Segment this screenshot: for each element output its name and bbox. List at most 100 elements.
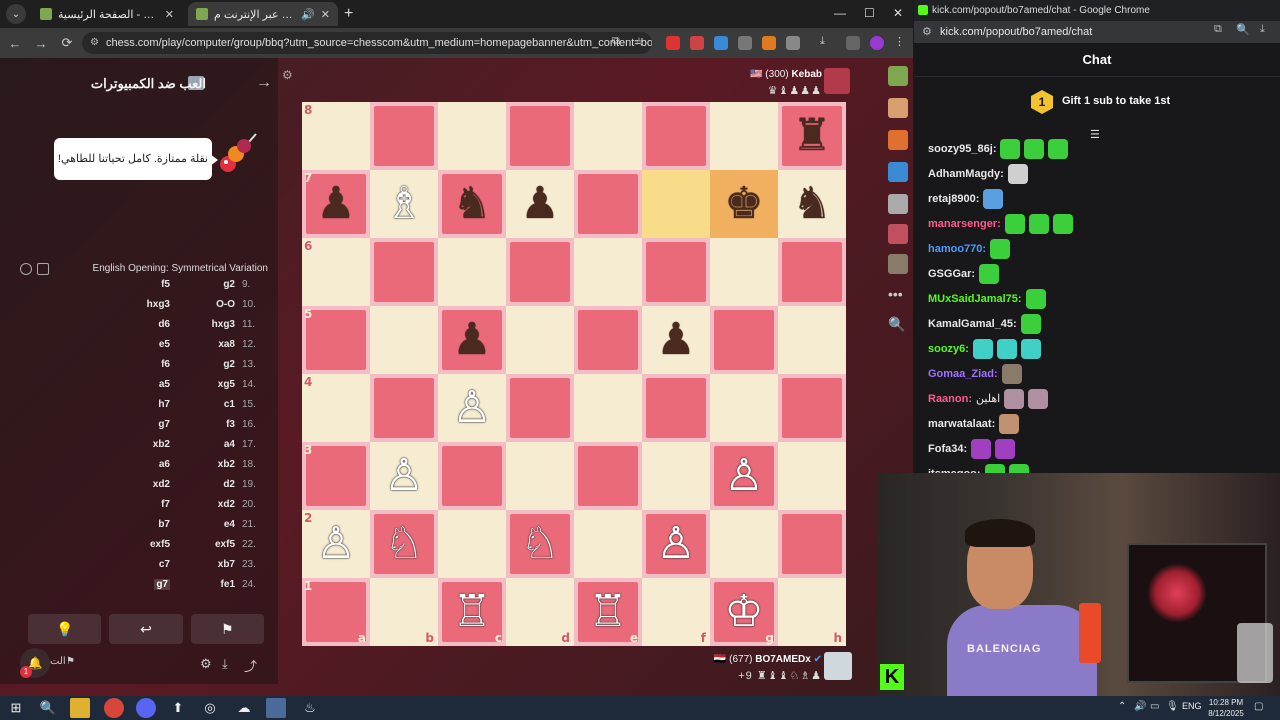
- square-e2[interactable]: [574, 510, 642, 578]
- piece-wB[interactable]: ♗: [384, 182, 423, 226]
- piece-bP[interactable]: ♟: [452, 318, 491, 362]
- square-a6[interactable]: 6: [302, 238, 370, 306]
- move-white[interactable]: O-O: [180, 299, 235, 310]
- discord-icon[interactable]: [136, 698, 156, 718]
- social-icon[interactable]: [888, 254, 908, 274]
- gift-sub-banner[interactable]: 1 Gift 1 sub to take 1st: [914, 82, 1280, 122]
- square-d2[interactable]: ♘: [506, 510, 574, 578]
- language-indicator[interactable]: ENG: [1182, 701, 1202, 711]
- square-g7[interactable]: ♚: [710, 170, 778, 238]
- share-icon[interactable]: ⤴: [244, 656, 257, 675]
- move-black[interactable]: a6: [100, 459, 170, 470]
- piece-bN[interactable]: ♞: [452, 182, 491, 226]
- close-window-icon[interactable]: ✕: [893, 6, 903, 20]
- square-e8[interactable]: [574, 102, 642, 170]
- move-white[interactable]: a4: [180, 439, 235, 450]
- move-white[interactable]: xb2: [180, 459, 235, 470]
- piece-wP[interactable]: ♙: [316, 522, 355, 566]
- site-info-icon[interactable]: ⚙: [922, 21, 932, 43]
- piece-wP[interactable]: ♙: [384, 454, 423, 498]
- piece-wN[interactable]: ♘: [520, 522, 559, 566]
- app-icon[interactable]: ⬆: [168, 698, 188, 718]
- square-c8[interactable]: [438, 102, 506, 170]
- piece-wK[interactable]: ♔: [724, 590, 763, 634]
- move-black[interactable]: exf5: [100, 539, 170, 550]
- square-d3[interactable]: [506, 442, 574, 510]
- extensions-puzzle-icon[interactable]: [786, 36, 800, 50]
- square-a1[interactable]: 1a: [302, 578, 370, 646]
- chat-username[interactable]: MUxSaidJamal75:: [928, 293, 1022, 305]
- square-h2[interactable]: [778, 510, 846, 578]
- move-white[interactable]: f3: [180, 419, 235, 430]
- square-a7[interactable]: 7 ♟: [302, 170, 370, 238]
- new-tab-button[interactable]: +: [344, 5, 353, 23]
- square-e7[interactable]: [574, 170, 642, 238]
- square-f7[interactable]: [642, 170, 710, 238]
- mic-icon[interactable]: 🎙: [1166, 701, 1179, 712]
- tab-home[interactable]: الصفحة الرئيسية - Chess.com ✕: [32, 2, 182, 26]
- chess-logo-icon[interactable]: [888, 66, 908, 86]
- square-e3[interactable]: [574, 442, 642, 510]
- square-h3[interactable]: [778, 442, 846, 510]
- search-icon[interactable]: 🔍: [888, 316, 908, 336]
- square-d4[interactable]: [506, 374, 574, 442]
- piece-bP[interactable]: ♟: [316, 182, 355, 226]
- move-black[interactable]: hxg3: [100, 299, 170, 310]
- square-g6[interactable]: [710, 238, 778, 306]
- move-black[interactable]: xb2: [100, 439, 170, 450]
- square-g4[interactable]: [710, 374, 778, 442]
- move-black[interactable]: h7: [100, 399, 170, 410]
- square-b8[interactable]: [370, 102, 438, 170]
- move-white[interactable]: g2: [180, 359, 235, 370]
- clock-icon[interactable]: [20, 263, 32, 275]
- square-a3[interactable]: 3: [302, 442, 370, 510]
- maximize-icon[interactable]: ☐: [864, 6, 875, 20]
- move-white[interactable]: hxg3: [180, 319, 235, 330]
- bottom-player-name[interactable]: 🇪🇬 (677) BO7AMEDx ✔: [714, 654, 822, 665]
- chat-username[interactable]: AdhamMagdy:: [928, 168, 1004, 180]
- move-white[interactable]: xg5: [180, 379, 235, 390]
- square-g1[interactable]: g ♔: [710, 578, 778, 646]
- square-f6[interactable]: [642, 238, 710, 306]
- footer-flag-icon[interactable]: ⚑: [66, 656, 75, 667]
- piece-wP[interactable]: ♙: [656, 522, 695, 566]
- top-player-avatar[interactable]: [824, 68, 850, 94]
- piece-bN[interactable]: ♞: [792, 182, 831, 226]
- cast-icon[interactable]: ⧉: [612, 35, 626, 49]
- move-black[interactable]: b7: [100, 519, 170, 530]
- resign-button[interactable]: ⚑: [190, 614, 264, 644]
- move-white[interactable]: exf5: [180, 539, 235, 550]
- board-settings-gear-icon[interactable]: ⚙: [282, 68, 293, 82]
- media-icon[interactable]: [846, 36, 860, 50]
- square-a8[interactable]: 8: [302, 102, 370, 170]
- bookmark-star-icon[interactable]: ☆: [634, 35, 648, 49]
- chat-username[interactable]: Raanon:: [928, 393, 972, 405]
- piece-wR[interactable]: ♖: [588, 590, 627, 634]
- popup-url-bar[interactable]: ⚙ kick.com/popout/bo7amed/chat: [914, 21, 1280, 43]
- chat-username[interactable]: Gomaa_Ziad:: [928, 368, 998, 380]
- move-white[interactable]: c1: [180, 399, 235, 410]
- adblock-icon[interactable]: [666, 36, 680, 50]
- square-f1[interactable]: f: [642, 578, 710, 646]
- move-black[interactable]: a5: [100, 379, 170, 390]
- square-b5[interactable]: [370, 306, 438, 374]
- square-h7[interactable]: ♞: [778, 170, 846, 238]
- move-white[interactable]: xd2: [180, 499, 235, 510]
- square-b3[interactable]: ♙: [370, 442, 438, 510]
- learn-icon[interactable]: [888, 162, 908, 182]
- square-b6[interactable]: [370, 238, 438, 306]
- move-black[interactable]: g7: [100, 579, 170, 590]
- square-c3[interactable]: [438, 442, 506, 510]
- menu-icon[interactable]: ⋮: [894, 35, 908, 49]
- square-a4[interactable]: 4: [302, 374, 370, 442]
- square-g8[interactable]: [710, 102, 778, 170]
- start-icon[interactable]: ⊞: [6, 698, 26, 718]
- square-e6[interactable]: [574, 238, 642, 306]
- close-tab-icon[interactable]: ✕: [321, 8, 330, 21]
- move-white[interactable]: fe1: [180, 579, 235, 590]
- piece-bP[interactable]: ♟: [656, 318, 695, 362]
- square-c4[interactable]: ♙: [438, 374, 506, 442]
- square-g3[interactable]: ♙: [710, 442, 778, 510]
- app-icon[interactable]: ☁: [234, 698, 254, 718]
- square-e1[interactable]: e ♖: [574, 578, 642, 646]
